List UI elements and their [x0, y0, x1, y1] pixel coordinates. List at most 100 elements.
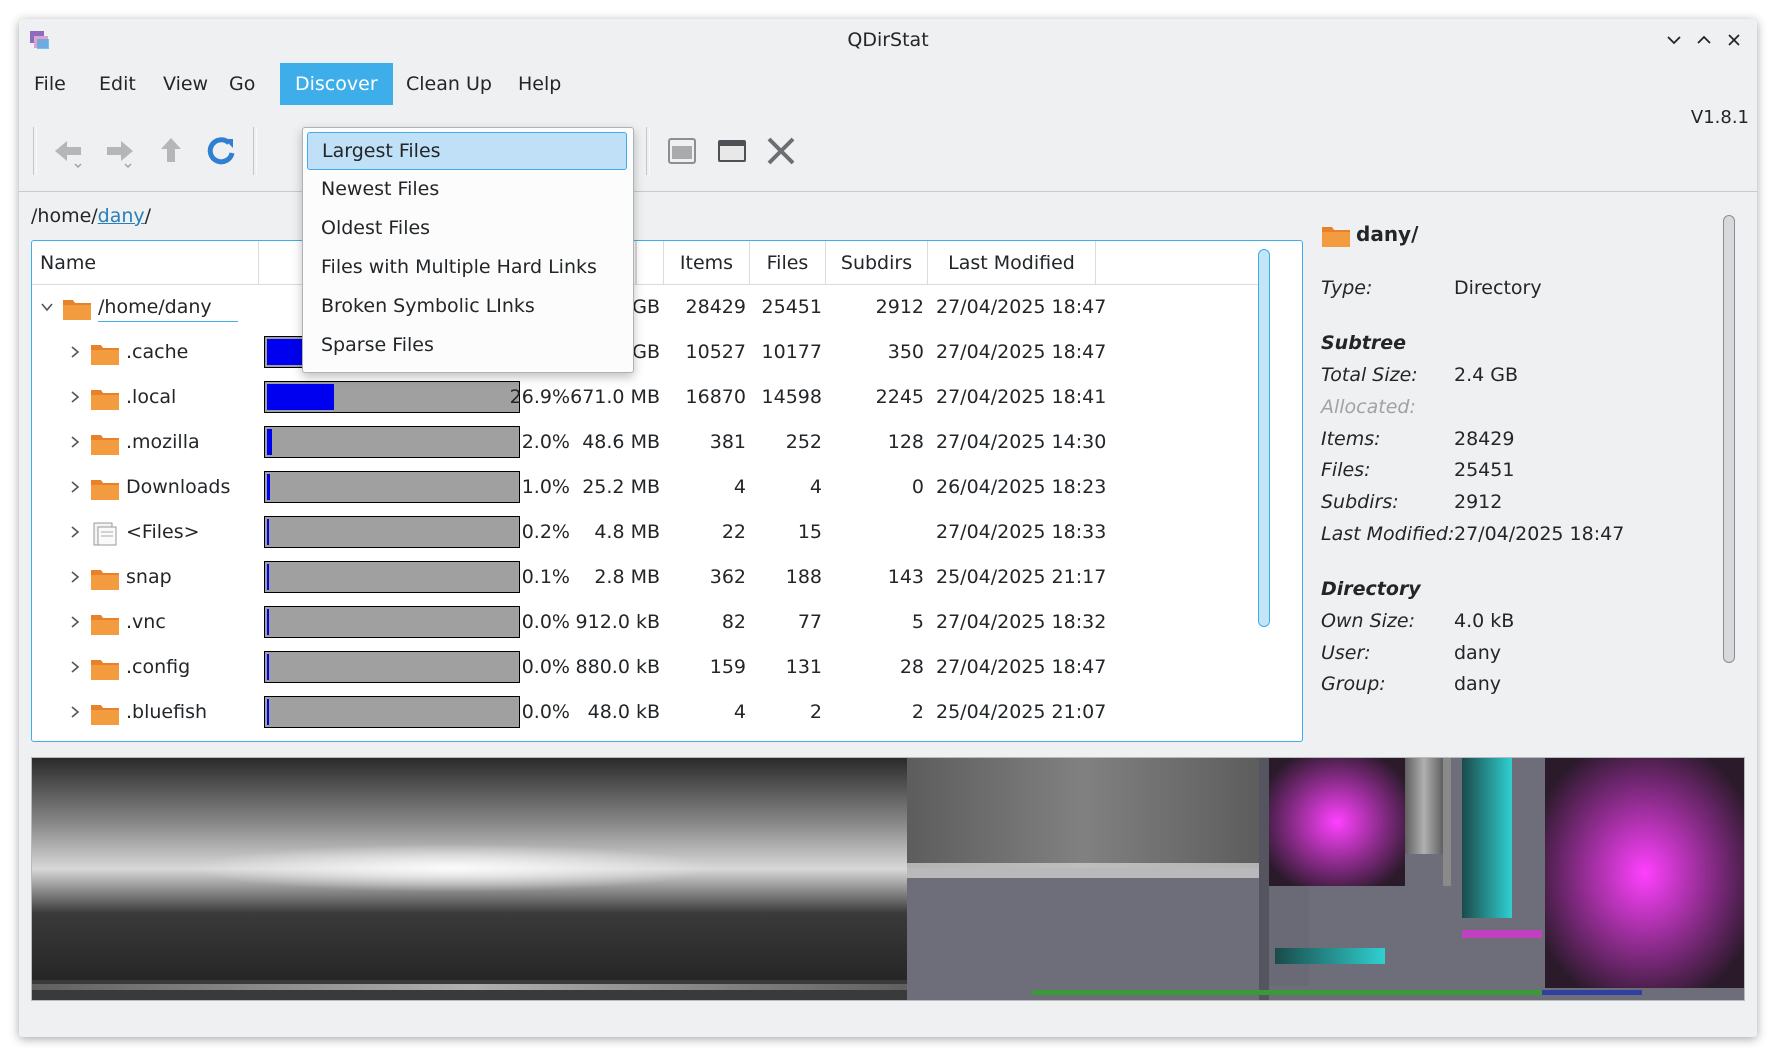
menu-clean-up[interactable]: Clean Up — [391, 63, 507, 105]
menu-sparse-files[interactable]: Sparse Files — [307, 326, 627, 364]
row-items: 4 — [733, 701, 746, 723]
toolbar — [19, 109, 1757, 191]
menu-broken-symbolic-links[interactable]: Broken Symbolic LInks — [307, 287, 627, 325]
discover-menu-popup: Largest Files Newest Files Oldest Files … — [302, 127, 634, 373]
row-subdirs: 28 — [899, 656, 924, 678]
folder-icon — [91, 660, 119, 680]
delete-icon[interactable] — [759, 129, 803, 173]
chevron-right-icon[interactable] — [68, 480, 82, 494]
up-icon[interactable] — [149, 129, 193, 173]
files-label: Files: — [1321, 459, 1371, 481]
table-row[interactable]: snap 0.1% 2.8 MB 362 188 143 25/04/2025 21:17 — [32, 555, 1280, 599]
percent-bar-fill — [267, 519, 269, 545]
menu-largest-files[interactable]: Largest Files — [307, 132, 627, 170]
details-scrollbar[interactable] — [1723, 215, 1735, 663]
tree-scrollbar[interactable] — [1258, 249, 1270, 627]
row-name: Downloads — [126, 476, 231, 498]
directory-tree[interactable]: Name Size Items Files Subdirs Last Modif… — [31, 240, 1303, 742]
folder-icon — [1322, 227, 1350, 247]
chevron-right-icon[interactable] — [68, 660, 82, 674]
own-size-value: 4.0 kB — [1454, 610, 1515, 632]
back-icon[interactable] — [47, 129, 91, 173]
row-last-modified: 26/04/2025 18:23 — [936, 476, 1107, 498]
row-files: 14598 — [761, 386, 822, 408]
subdirs-value: 2912 — [1454, 491, 1503, 513]
chevron-right-icon[interactable] — [68, 705, 82, 719]
maximize-icon[interactable] — [1693, 29, 1715, 51]
row-files: 10177 — [761, 341, 822, 363]
menu-go[interactable]: Go — [214, 63, 270, 105]
treemap-graphic[interactable] — [32, 758, 1744, 1000]
total-size-value: 2.4 GB — [1454, 364, 1519, 386]
menu-edit[interactable]: Edit — [84, 63, 151, 105]
treemap-view[interactable] — [31, 757, 1745, 1001]
row-last-modified: 27/04/2025 18:33 — [936, 521, 1107, 543]
chevron-right-icon[interactable] — [68, 345, 82, 359]
menu-view[interactable]: View — [148, 63, 223, 105]
table-row[interactable]: .config 0.0% 880.0 kB 159 131 28 27/04/2025 18… — [32, 645, 1280, 689]
directory-heading: Directory — [1321, 578, 1421, 600]
folder-icon — [91, 480, 119, 500]
allocated-label: Allocated: — [1321, 396, 1416, 418]
menu-file[interactable]: File — [19, 63, 81, 105]
table-row[interactable]: .mozilla 2.0% 48.6 MB 381 252 128 27/04/2025 1… — [32, 420, 1280, 464]
table-row[interactable]: .bluefish 0.0% 48.0 kB 4 2 2 25/04/2025 21:07 — [32, 690, 1280, 734]
row-items: 10527 — [685, 341, 746, 363]
terminal-icon[interactable] — [709, 129, 753, 173]
row-name: /home/dany — [98, 285, 238, 322]
menu-discover[interactable]: Discover — [280, 63, 393, 105]
folder-icon — [91, 435, 119, 455]
menu-newest-files[interactable]: Newest Files — [307, 170, 627, 208]
percent-bar-fill — [267, 564, 269, 590]
row-subdirs: 5 — [911, 611, 924, 633]
forward-icon[interactable] — [97, 129, 141, 173]
file-manager-icon[interactable] — [659, 129, 703, 173]
files-icon — [93, 522, 117, 546]
row-last-modified: 27/04/2025 14:30 — [936, 431, 1107, 453]
chevron-right-icon[interactable] — [68, 615, 82, 629]
row-name: .local — [126, 386, 177, 408]
row-size: 4.8 MB — [594, 521, 660, 543]
row-size: 25.2 MB — [582, 476, 660, 498]
table-row[interactable]: <Files> 0.2% 4.8 MB 22 15 27/04/2025 18:33 — [32, 510, 1280, 554]
row-size: 912.0 kB — [575, 611, 660, 633]
row-last-modified: 27/04/2025 18:47 — [936, 296, 1107, 318]
row-size: 48.6 MB — [582, 431, 660, 453]
column-header-name[interactable]: Name — [32, 241, 259, 285]
row-size: 48.0 kB — [587, 701, 660, 723]
subdirs-label: Subdirs: — [1321, 491, 1399, 513]
items-value: 28429 — [1454, 428, 1515, 450]
table-row[interactable]: .cache1.7 GB105271017735027/04/2025 18:4… — [32, 330, 1280, 374]
menu-files-multiple-hard-links[interactable]: Files with Multiple Hard Links — [307, 248, 627, 286]
chevron-right-icon[interactable] — [68, 390, 82, 404]
group-label: Group: — [1321, 673, 1386, 695]
column-header-items[interactable]: Items — [664, 241, 750, 285]
chevron-right-icon[interactable] — [68, 525, 82, 539]
chevron-right-icon[interactable] — [68, 570, 82, 584]
group-value: dany — [1454, 673, 1501, 695]
column-header-last-modified[interactable]: Last Modified — [928, 241, 1096, 285]
table-row[interactable]: .local 26.9% 671.0 MB 16870 14598 2245 27/04/2… — [32, 375, 1280, 419]
files-value: 25451 — [1454, 459, 1515, 481]
title-bar: QDirStat — [19, 19, 1757, 63]
breadcrumb-prefix: /home/ — [31, 205, 98, 227]
row-name: .config — [126, 656, 191, 678]
minimize-icon[interactable] — [1663, 29, 1685, 51]
percent-bar-fill — [267, 429, 272, 455]
table-row[interactable]: .vnc 0.0% 912.0 kB 82 77 5 27/04/2025 18:32 — [32, 600, 1280, 644]
chevron-right-icon[interactable] — [68, 435, 82, 449]
chevron-down-icon[interactable] — [40, 300, 54, 314]
table-row[interactable]: Downloads 1.0% 25.2 MB 4 4 0 26/04/2025 18:23 — [32, 465, 1280, 509]
breadcrumb-link-dany[interactable]: dany — [98, 205, 145, 227]
column-header-subdirs[interactable]: Subdirs — [826, 241, 928, 285]
column-header-files[interactable]: Files — [750, 241, 826, 285]
menu-oldest-files[interactable]: Oldest Files — [307, 209, 627, 247]
refresh-icon[interactable] — [199, 129, 243, 173]
row-files: 131 — [785, 656, 822, 678]
toolbar-separator — [253, 127, 257, 175]
close-icon[interactable] — [1723, 29, 1745, 51]
menu-help[interactable]: Help — [503, 63, 576, 105]
table-row[interactable]: /home/dany2.4 GB2842925451291227/04/2025… — [32, 285, 1280, 329]
percent-bar-fill — [267, 699, 269, 725]
row-subdirs — [826, 510, 924, 554]
